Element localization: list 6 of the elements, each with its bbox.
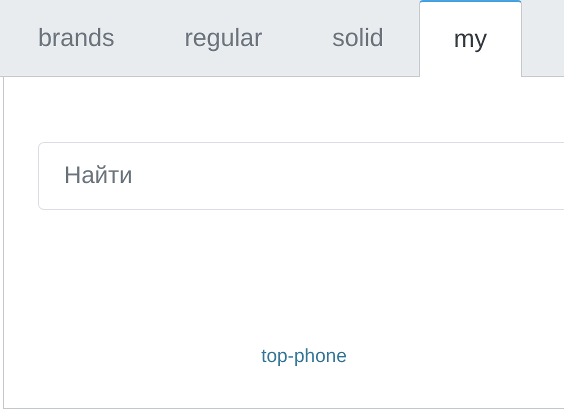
tab[interactable]: my <box>418 0 522 77</box>
icon-link[interactable]: top-phone <box>261 346 347 368</box>
tab[interactable]: solid <box>297 0 419 77</box>
search-field[interactable]: Найти <box>38 142 564 210</box>
tab[interactable]: brands <box>3 0 150 77</box>
tab[interactable]: regular <box>149 0 298 77</box>
